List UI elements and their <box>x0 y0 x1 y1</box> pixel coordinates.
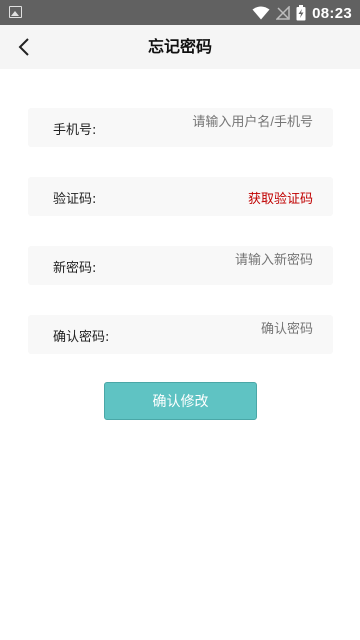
code-row: 验证码: 获取验证码 <box>28 177 333 216</box>
status-time: 08:23 <box>312 4 352 22</box>
title-bar: 忘记密码 <box>0 25 360 69</box>
phone-row: 手机号: <box>28 108 333 147</box>
new-password-row: 新密码: <box>28 246 333 285</box>
wifi-icon <box>252 6 270 20</box>
confirm-change-button[interactable]: 确认修改 <box>104 382 257 420</box>
code-label: 验证码: <box>53 192 97 207</box>
confirm-password-row: 确认密码: <box>28 315 333 354</box>
confirm-password-label: 确认密码: <box>53 330 110 345</box>
confirm-password-input[interactable] <box>143 319 313 337</box>
new-password-input[interactable] <box>143 250 313 268</box>
page-title: 忘记密码 <box>147 37 212 56</box>
phone-input[interactable] <box>143 112 313 130</box>
battery-charging-icon <box>296 5 306 21</box>
status-icons: 08:23 <box>252 3 352 23</box>
no-signal-icon <box>276 6 290 20</box>
get-code-button[interactable]: 获取验证码 <box>248 188 313 207</box>
phone-label: 手机号: <box>53 123 97 138</box>
status-bar: 08:23 <box>0 0 360 25</box>
new-password-label: 新密码: <box>53 261 97 276</box>
image-icon <box>9 6 22 18</box>
